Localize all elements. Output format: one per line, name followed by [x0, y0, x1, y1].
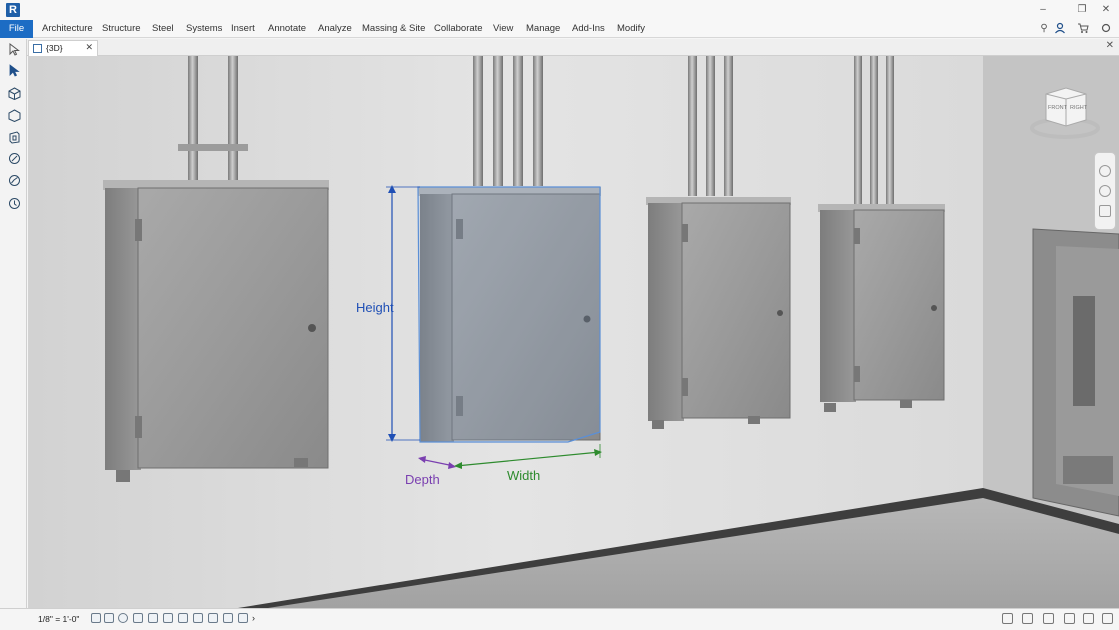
- navigation-bar[interactable]: [1094, 152, 1116, 230]
- steering-wheel-icon[interactable]: [1099, 165, 1111, 177]
- height-label: Height: [356, 300, 394, 315]
- minimize-icon[interactable]: –: [1036, 3, 1050, 17]
- orbit-icon[interactable]: [1099, 205, 1111, 217]
- 3d-view-icon: [33, 44, 42, 53]
- clock-icon[interactable]: [6, 195, 22, 211]
- close-icon[interactable]: ✕: [1099, 3, 1113, 17]
- component-icon[interactable]: [6, 150, 22, 166]
- close-tab-icon[interactable]: ✕: [85, 42, 93, 53]
- more-icon[interactable]: ›: [252, 613, 262, 623]
- view-control-bar: 1/8" = 1'-0" ›: [0, 608, 1119, 630]
- cabinet-1: [103, 180, 329, 482]
- scale-selector[interactable]: 1/8" = 1'-0": [38, 614, 79, 624]
- shadows-icon[interactable]: [133, 613, 143, 623]
- sun-path-icon[interactable]: [118, 613, 128, 623]
- section-box-icon[interactable]: [6, 107, 22, 123]
- temp-properties-icon[interactable]: [238, 613, 248, 623]
- crop-view-icon[interactable]: [163, 613, 173, 623]
- user-icon[interactable]: [1053, 22, 1067, 36]
- tab-add-ins[interactable]: Add-Ins: [572, 20, 605, 38]
- cabinet-2-selected: [417, 186, 601, 443]
- tab-architecture[interactable]: Architecture: [42, 20, 93, 38]
- 3d-box-icon[interactable]: [6, 85, 22, 101]
- ribbon-tabs: File Architecture Structure Steel System…: [0, 20, 1119, 38]
- tab-systems[interactable]: Systems: [186, 20, 222, 38]
- tab-insert[interactable]: Insert: [231, 20, 255, 38]
- app-logo[interactable]: R: [6, 3, 20, 17]
- title-bar: R – ❐ ✕: [0, 0, 1119, 20]
- detail-level-icon[interactable]: [91, 613, 101, 623]
- reveal-hidden-icon[interactable]: [223, 613, 233, 623]
- design-options-icon[interactable]: [1022, 613, 1033, 624]
- render-icon[interactable]: [148, 613, 158, 623]
- show-crop-icon[interactable]: [178, 613, 188, 623]
- worksharing-icon[interactable]: [1002, 613, 1013, 624]
- visual-style-icon[interactable]: [104, 613, 114, 623]
- tab-modify[interactable]: Modify: [617, 20, 645, 38]
- conduit-group-4: [854, 56, 894, 204]
- select-underlay-icon[interactable]: [1064, 613, 1075, 624]
- cart-icon[interactable]: [1076, 22, 1090, 36]
- tab-3d-view-label: {3D}: [46, 43, 63, 53]
- hide-isolate-icon[interactable]: [208, 613, 218, 623]
- tab-view[interactable]: View: [493, 20, 513, 38]
- annotation-icon[interactable]: [6, 172, 22, 188]
- tab-manage[interactable]: Manage: [526, 20, 560, 38]
- zoom-icon[interactable]: [1099, 185, 1111, 197]
- electrical-panel: [1032, 228, 1119, 517]
- select-arrow-icon[interactable]: [6, 41, 22, 57]
- select-pinned-icon[interactable]: [1083, 613, 1094, 624]
- lock-view-icon[interactable]: [193, 613, 203, 623]
- viewcube-front-label: FRONT: [1048, 105, 1067, 111]
- depth-label: Depth: [405, 472, 440, 487]
- filter-icon[interactable]: [1102, 613, 1113, 624]
- close-all-tabs-icon[interactable]: ✕: [1106, 40, 1114, 51]
- width-label: Width: [507, 468, 541, 483]
- revit-window: R – ❐ ✕ File Architecture Structure Stee…: [0, 0, 1119, 630]
- wall-icon[interactable]: [6, 129, 22, 145]
- tab-analyze[interactable]: Analyze: [318, 20, 352, 38]
- conduit-group-3: [688, 56, 733, 196]
- scene-render: [28, 56, 1119, 608]
- modify-icon[interactable]: [6, 62, 22, 78]
- tab-annotate[interactable]: Annotate: [268, 20, 306, 38]
- selection-links-icon[interactable]: [1043, 613, 1054, 624]
- tab-structure[interactable]: Structure: [102, 20, 141, 38]
- settings-icon[interactable]: [1099, 22, 1113, 36]
- tab-steel[interactable]: Steel: [152, 20, 174, 38]
- left-toolbar: [0, 39, 27, 619]
- cabinet-4: [818, 204, 945, 412]
- viewcube-right-label: RIGHT: [1070, 105, 1088, 111]
- tab-massing-site[interactable]: Massing & Site: [362, 20, 425, 38]
- file-tab[interactable]: File: [0, 20, 33, 38]
- viewcube[interactable]: FRONT RIGHT: [1030, 84, 1100, 144]
- pin-icon[interactable]: ⚲: [1037, 22, 1051, 36]
- 3d-viewport[interactable]: Height Depth Width FRONT RIGHT: [28, 56, 1119, 608]
- restore-icon[interactable]: ❐: [1075, 3, 1089, 17]
- cabinet-3: [646, 197, 791, 429]
- tab-collaborate[interactable]: Collaborate: [434, 20, 483, 38]
- view-tab-bar: {3D} ✕ ✕: [0, 39, 1119, 56]
- tab-3d-view[interactable]: {3D} ✕: [28, 40, 98, 56]
